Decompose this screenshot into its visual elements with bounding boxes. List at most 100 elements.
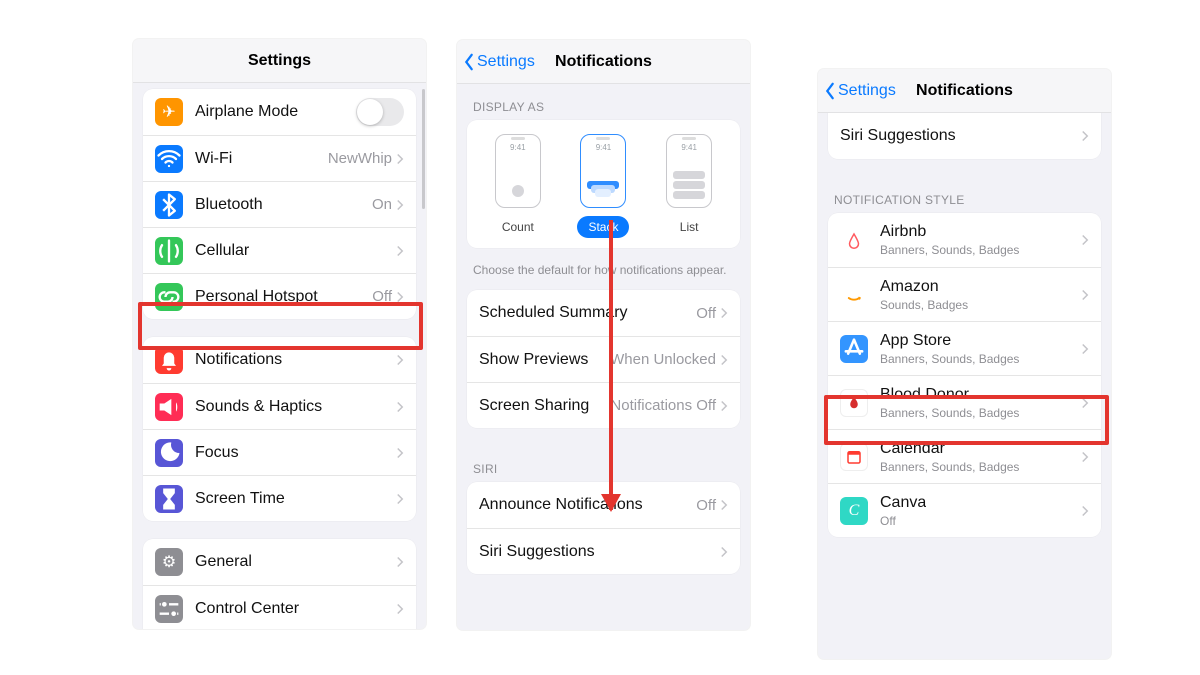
antenna-icon <box>155 237 183 265</box>
airplane-icon: ✈ <box>155 98 183 126</box>
app-row-canva[interactable]: C Canva Off <box>828 483 1101 537</box>
app-row-app-store[interactable]: App Store Banners, Sounds, Badges <box>828 321 1101 375</box>
chevron-right-icon <box>1081 234 1089 246</box>
calendar-label: Calendar <box>880 440 1019 458</box>
notification-style-navbar: Settings Notifications <box>818 69 1111 113</box>
calendar-icon <box>840 443 868 471</box>
notifications-label: Notifications <box>195 351 396 369</box>
chevron-right-icon <box>1081 289 1089 301</box>
back-label: Settings <box>838 82 896 100</box>
instruction-arrow <box>609 220 613 510</box>
display-option-count[interactable]: 9:41 Count <box>480 134 556 238</box>
row-control-center[interactable]: Control Center <box>143 585 416 629</box>
top-residual-list: Siri Suggestions <box>828 113 1101 159</box>
settings-body: ✈ Airplane Mode Wi-Fi NewWhip Bl <box>133 83 426 629</box>
wifi-value: NewWhip <box>328 150 392 167</box>
announce-label: Announce Notifications <box>479 496 696 514</box>
row-scheduled-summary[interactable]: Scheduled Summary Off <box>467 290 740 336</box>
chevron-left-icon <box>824 82 836 100</box>
notifications-title: Notifications <box>555 53 652 71</box>
chevron-right-icon <box>396 199 404 211</box>
display-option-list[interactable]: 9:41 List <box>651 134 727 238</box>
chevron-right-icon <box>396 153 404 165</box>
stack-preview-icon: 9:41 <box>580 134 626 208</box>
airbnb-sub: Banners, Sounds, Badges <box>880 243 1019 257</box>
back-to-settings-2[interactable]: Settings <box>824 69 896 113</box>
scheduled-summary-label: Scheduled Summary <box>479 304 696 322</box>
notification-style-screen: Settings Notifications Siri Suggestions … <box>818 69 1111 659</box>
gear-icon: ⚙ <box>155 548 183 576</box>
row-general[interactable]: ⚙ General <box>143 539 416 585</box>
chevron-right-icon <box>396 603 404 615</box>
row-wifi[interactable]: Wi-Fi NewWhip <box>143 135 416 181</box>
preview-time: 9:41 <box>496 143 540 152</box>
row-notifications[interactable]: Notifications <box>143 337 416 383</box>
appstore-icon <box>840 335 868 363</box>
settings-group-notifications: Notifications Sounds & Haptics Focus <box>143 337 416 521</box>
general-label: General <box>195 553 396 571</box>
chevron-right-icon <box>1081 130 1089 142</box>
chevron-right-icon <box>396 354 404 366</box>
chevron-right-icon <box>720 354 728 366</box>
chevron-right-icon <box>396 291 404 303</box>
chevron-right-icon <box>396 556 404 568</box>
chevron-right-icon <box>720 307 728 319</box>
row-siri-suggestions-top[interactable]: Siri Suggestions <box>828 113 1101 159</box>
row-airplane-mode[interactable]: ✈ Airplane Mode <box>143 89 416 135</box>
back-to-settings[interactable]: Settings <box>463 40 535 84</box>
scroll-indicator[interactable] <box>422 89 425 209</box>
bluetooth-icon <box>155 191 183 219</box>
canva-sub: Off <box>880 514 926 528</box>
row-show-previews[interactable]: Show Previews When Unlocked <box>467 336 740 382</box>
cellular-label: Cellular <box>195 242 396 260</box>
calendar-sub: Banners, Sounds, Badges <box>880 460 1019 474</box>
row-bluetooth[interactable]: Bluetooth On <box>143 181 416 227</box>
bluetooth-value: On <box>372 196 392 213</box>
settings-group-general: ⚙ General Control Center AA Display & Br… <box>143 539 416 629</box>
app-store-sub: Banners, Sounds, Badges <box>880 352 1019 366</box>
chevron-left-icon <box>463 53 475 71</box>
chevron-right-icon <box>1081 451 1089 463</box>
airbnb-label: Airbnb <box>880 223 1019 241</box>
notifications-screen: Settings Notifications Display As 9:41 C… <box>457 40 750 630</box>
siri-suggestions-label: Siri Suggestions <box>479 543 720 561</box>
notifications-navbar: Settings Notifications <box>457 40 750 84</box>
chevron-right-icon <box>396 245 404 257</box>
list-label: List <box>663 216 715 238</box>
row-focus[interactable]: Focus <box>143 429 416 475</box>
link-icon <box>155 283 183 311</box>
row-siri-suggestions[interactable]: Siri Suggestions <box>467 528 740 574</box>
canva-label: Canva <box>880 494 926 512</box>
wifi-label: Wi-Fi <box>195 150 328 168</box>
speaker-icon <box>155 393 183 421</box>
blood-donor-label: Blood Donor <box>880 386 1019 404</box>
sliders-icon <box>155 595 183 623</box>
app-store-label: App Store <box>880 332 1019 350</box>
chevron-right-icon <box>720 499 728 511</box>
app-row-calendar[interactable]: Calendar Banners, Sounds, Badges <box>828 429 1101 483</box>
row-screen-sharing[interactable]: Screen Sharing Notifications Off <box>467 382 740 428</box>
bluetooth-label: Bluetooth <box>195 196 372 214</box>
app-row-amazon[interactable]: Amazon Sounds, Badges <box>828 267 1101 321</box>
row-screen-time[interactable]: Screen Time <box>143 475 416 521</box>
chevron-right-icon <box>396 493 404 505</box>
count-preview-icon: 9:41 <box>495 134 541 208</box>
show-previews-value: When Unlocked <box>610 351 716 368</box>
display-option-stack[interactable]: 9:41 Stack <box>565 134 641 238</box>
app-row-airbnb[interactable]: Airbnb Banners, Sounds, Badges <box>828 213 1101 267</box>
row-cellular[interactable]: Cellular <box>143 227 416 273</box>
amazon-label: Amazon <box>880 278 968 296</box>
notification-style-header: Notification Style <box>818 177 1111 213</box>
row-hotspot[interactable]: Personal Hotspot Off <box>143 273 416 319</box>
airplane-mode-toggle[interactable] <box>356 98 404 126</box>
chevron-right-icon <box>1081 505 1089 517</box>
stack-label: Stack <box>577 216 629 238</box>
row-sounds[interactable]: Sounds & Haptics <box>143 383 416 429</box>
list-preview-icon: 9:41 <box>666 134 712 208</box>
bell-icon <box>155 346 183 374</box>
chevron-right-icon <box>1081 343 1089 355</box>
app-row-blood-donor[interactable]: Blood Donor Banners, Sounds, Badges <box>828 375 1101 429</box>
display-as-picker: 9:41 Count 9:41 Stack 9:41 List <box>467 120 740 248</box>
chevron-right-icon <box>1081 397 1089 409</box>
focus-label: Focus <box>195 444 396 462</box>
